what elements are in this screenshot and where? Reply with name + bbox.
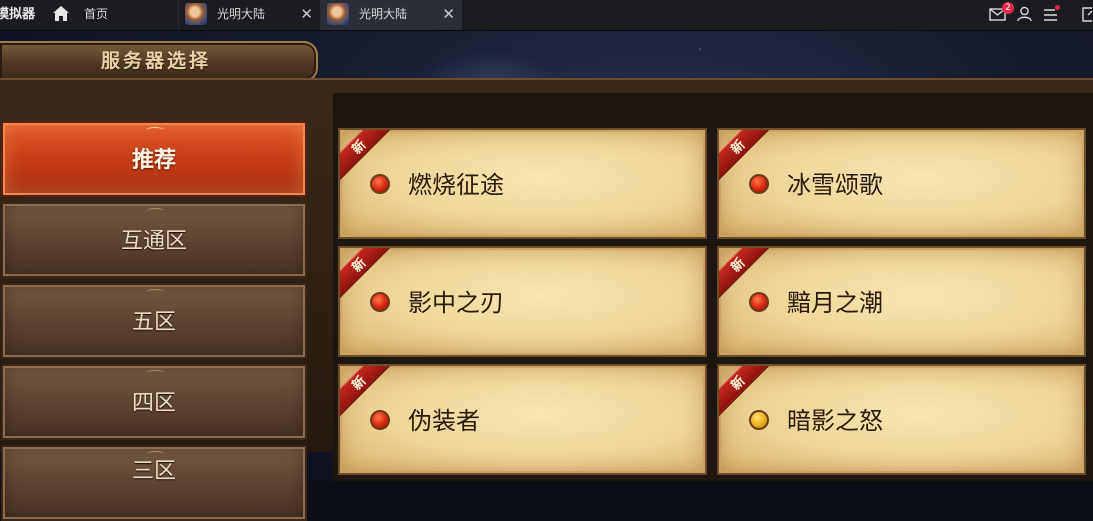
tab-game-1[interactable]: 光明大陆 ✕: [178, 0, 320, 30]
server-card[interactable]: 新 黯月之潮: [717, 246, 1086, 357]
status-indicator: [370, 292, 390, 312]
server-name: 影中之刃: [408, 289, 504, 317]
status-indicator: [749, 292, 769, 312]
tab-label: 光明大陆: [217, 7, 266, 21]
category-recommended[interactable]: 推荐: [1, 121, 307, 197]
tab-game-2[interactable]: 光明大陆 ✕: [320, 0, 462, 30]
category-label: 三区: [131, 459, 176, 484]
category-label: 互通区: [120, 229, 187, 254]
status-indicator: [749, 174, 769, 194]
status-indicator: [370, 410, 390, 430]
category-label: 推荐: [131, 148, 176, 173]
server-name: 燃烧征途: [408, 171, 504, 199]
server-card[interactable]: 新 燃烧征途: [338, 128, 707, 239]
notification-dot: [1055, 5, 1060, 10]
home-tab-label: 首页: [84, 7, 109, 21]
server-card[interactable]: 新 暗影之怒: [717, 364, 1086, 475]
user-icon[interactable]: [1017, 6, 1032, 22]
server-card[interactable]: 新 影中之刃: [338, 246, 707, 357]
window-icon[interactable]: [1079, 7, 1093, 22]
close-icon[interactable]: ✕: [442, 0, 455, 28]
title-bar: 模拟器 首页 光明大陆 ✕ 光明大陆 ✕ 2: [0, 0, 1093, 31]
category-label: 四区: [131, 391, 176, 416]
category-label: 五区: [131, 310, 176, 335]
status-indicator: [370, 174, 390, 194]
game-icon: [185, 3, 207, 25]
server-name: 暗影之怒: [787, 407, 883, 435]
menu-icon[interactable]: [1043, 8, 1058, 22]
server-card[interactable]: 新 伪装者: [338, 364, 707, 475]
game-icon: [327, 3, 349, 25]
panel-header: 服务器选择: [0, 41, 318, 82]
mail-badge: 2: [1002, 2, 1014, 14]
category-zone-4[interactable]: 四区: [1, 364, 307, 440]
status-indicator: [749, 410, 769, 430]
tab-label: 光明大陆: [359, 7, 408, 21]
server-name: 黯月之潮: [787, 289, 883, 317]
server-name: 伪装者: [408, 407, 480, 435]
home-tab[interactable]: 首页: [44, 0, 177, 30]
category-zone-3[interactable]: 三区: [1, 445, 307, 521]
close-icon[interactable]: ✕: [300, 0, 313, 28]
server-card[interactable]: 新 冰雪颂歌: [717, 128, 1086, 239]
app-title: 模拟器: [0, 7, 36, 22]
category-cross-server[interactable]: 互通区: [1, 202, 307, 278]
category-zone-5[interactable]: 五区: [1, 283, 307, 359]
home-icon: [53, 6, 69, 21]
panel-title: 服务器选择: [100, 50, 211, 72]
server-name: 冰雪颂歌: [787, 171, 883, 199]
